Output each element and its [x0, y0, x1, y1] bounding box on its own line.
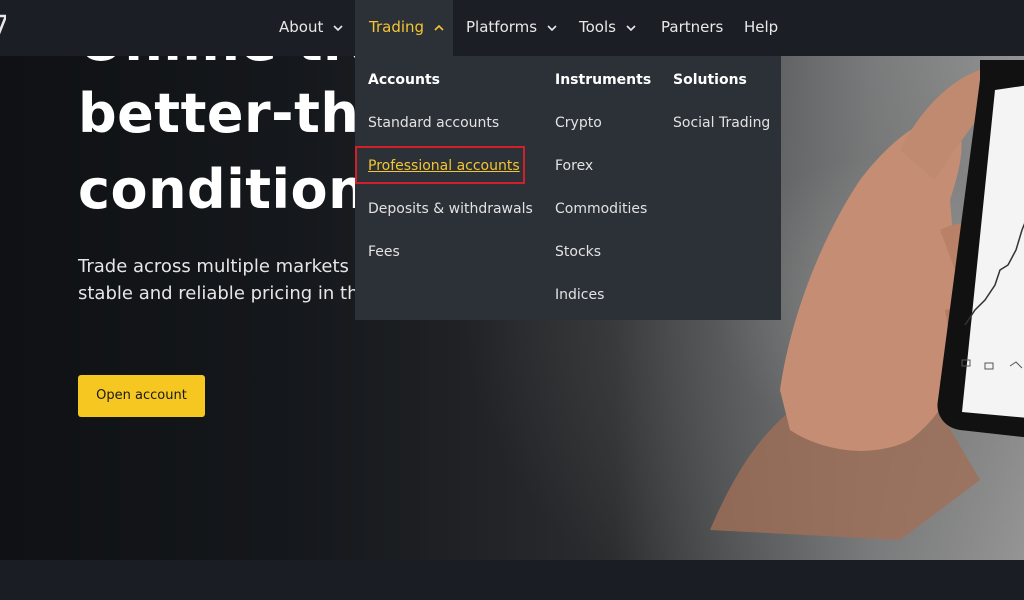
nav-item-label: Trading [369, 18, 425, 36]
chevron-down-icon [547, 24, 557, 31]
chevron-down-icon [626, 24, 636, 31]
page: Online tra better-thar conditions Trade … [0, 0, 1024, 600]
nav-item-label: Platforms [466, 18, 538, 36]
menu-item-commodities[interactable]: Commodities [555, 201, 647, 217]
hero-subtitle-line-1: Trade across multiple markets w [78, 256, 370, 277]
nav-item-label: Tools [579, 18, 616, 36]
open-account-button[interactable]: Open account [78, 375, 205, 417]
highlight-box [355, 146, 525, 184]
nav-item-help[interactable]: Help [744, 0, 778, 56]
trading-dropdown-menu: Accounts Standard accounts Professional … [355, 56, 781, 320]
chevron-up-icon [434, 24, 444, 31]
nav-item-tools[interactable]: Tools [579, 0, 637, 56]
nav-item-label: Help [744, 18, 779, 36]
column-heading: Solutions [673, 72, 747, 88]
nav-item-trading[interactable]: Trading [355, 0, 453, 56]
menu-item-crypto[interactable]: Crypto [555, 115, 602, 131]
column-heading: Accounts [368, 72, 441, 88]
menu-item-standard-accounts[interactable]: Standard accounts [368, 115, 499, 131]
footer-band [0, 560, 1024, 600]
nav-item-partners[interactable]: Partners [661, 0, 723, 56]
menu-item-forex[interactable]: Forex [555, 158, 593, 174]
menu-item-fees[interactable]: Fees [368, 244, 400, 260]
nav-item-label: Partners [661, 18, 724, 36]
menu-item-stocks[interactable]: Stocks [555, 244, 601, 260]
chevron-down-icon [333, 24, 343, 31]
menu-item-social-trading[interactable]: Social Trading [673, 115, 770, 131]
hero-title-line-3: conditions [78, 158, 400, 221]
menu-item-deposits-withdrawals[interactable]: Deposits & withdrawals [368, 201, 533, 217]
menu-item-indices[interactable]: Indices [555, 287, 604, 303]
nav-item-about[interactable]: About [279, 0, 344, 56]
logo-icon[interactable] [0, 14, 6, 38]
hero-subtitle-line-2: stable and reliable pricing in th [78, 283, 359, 304]
column-heading: Instruments [555, 72, 652, 88]
nav-item-label: About [279, 18, 324, 36]
nav-item-platforms[interactable]: Platforms [466, 0, 558, 56]
